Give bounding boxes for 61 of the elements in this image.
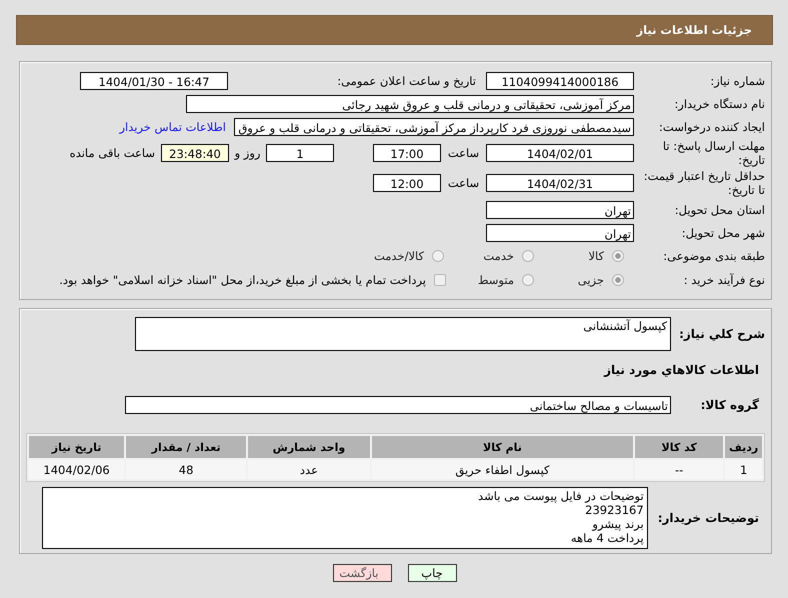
- print-button[interactable]: چاپ: [408, 564, 456, 582]
- section-heading: اطلاعات کالاهاي مورد نياز: [602, 363, 759, 379]
- city-field: تهران: [486, 224, 634, 242]
- field-label: طبقه بندی موضوعی:: [662, 249, 765, 263]
- radio-button[interactable]: [432, 250, 444, 262]
- field-label: نوع فرآیند خرید :: [682, 273, 765, 287]
- column-header: نام کالا: [372, 436, 634, 458]
- buyer-contact-link[interactable]: اطلاعات تماس خریدار: [119, 120, 226, 134]
- days-label: روز و: [233, 146, 262, 160]
- creator-field: سیدمصطفی نوروزی فرد کارپرداز مرکز آموزشی، تحقیقاتی و درمانی قلب و عروق: [234, 118, 634, 136]
- column-header: تعداد / مقدار: [126, 436, 246, 458]
- deadline-time-field: 17:00: [373, 144, 441, 162]
- column-header: تاریخ نیاز: [29, 436, 124, 458]
- time-label: ساعت: [446, 146, 480, 160]
- need-number-field: 1104099414000186: [486, 72, 634, 90]
- province-field: تهران: [486, 200, 634, 218]
- table-cell: 1404/02/06: [29, 460, 124, 479]
- radio-button[interactable]: [612, 274, 624, 286]
- description-field: کپسول آتشنشانی: [135, 317, 672, 351]
- buyer-org-field: مرکز آموزشی، تحقیقاتی و درمانی قلب و عروق شهید رجائی: [186, 94, 634, 112]
- column-header: ردیف: [725, 436, 762, 458]
- radio-label: کالا: [587, 249, 605, 263]
- radio-label: خدمت: [482, 249, 515, 263]
- checkbox[interactable]: [434, 274, 446, 286]
- checkbox-label: پرداخت تمام یا بخشی از مبلغ خرید،از محل "اسناد خزانه اسلامی" خواهد بود.: [59, 273, 427, 287]
- back-button[interactable]: بازگشت: [332, 564, 392, 582]
- field-label: توضیحات خریدار:: [658, 511, 760, 525]
- radio-button[interactable]: [612, 250, 624, 262]
- field-label: تاریخ و ساعت اعلان عمومی:: [336, 74, 477, 88]
- buyer-notes-field: توضیحات در فایل پیوست می باشد 23923167 برند پیشرو پرداخت 4 ماهه: [42, 487, 648, 549]
- remaining-label: ساعت باقی مانده: [70, 146, 156, 160]
- radio-label: کالا/خدمت: [372, 249, 425, 263]
- page-title: جزئیات اطلاعات نیاز: [636, 23, 752, 37]
- days-field: 1: [266, 144, 334, 162]
- time-label: ساعت: [446, 176, 480, 190]
- validity-time-field: 12:00: [373, 174, 441, 192]
- table-cell: 48: [126, 460, 246, 479]
- field-label: ایجاد کننده درخواست:: [658, 120, 765, 134]
- field-label: استان محل تحویل:: [674, 202, 765, 216]
- radio-label: جزیی: [576, 273, 605, 287]
- field-label: نام دستگاه خریدار:: [673, 96, 765, 110]
- column-header: کد کالا: [635, 436, 724, 458]
- field-label: حداقل تاریخ اعتبار قیمت: تا تاریخ:: [642, 169, 765, 197]
- field-label: شهر محل تحویل:: [680, 226, 765, 240]
- field-label: شماره نیاز:: [709, 74, 765, 88]
- field-label: مهلت ارسال پاسخ: تا تاریخ:: [662, 139, 765, 167]
- announce-date-field: 1404/01/30 - 16:47: [80, 72, 228, 90]
- table-cell: عدد: [248, 460, 370, 479]
- remaining-time-field: 23:48:40: [161, 144, 229, 162]
- radio-button[interactable]: [522, 274, 534, 286]
- field-label: شرح کلي نياز:: [679, 326, 765, 341]
- radio-label: متوسط: [476, 273, 515, 287]
- goods-group-field: تاسیسات و مصالح ساختمانی: [125, 396, 671, 414]
- deadline-date-field: 1404/02/01: [486, 144, 634, 162]
- field-label: گروه کالا:: [700, 398, 760, 412]
- table-cell: 1: [725, 460, 762, 479]
- table-cell: کپسول اطفاء حریق: [372, 460, 634, 479]
- validity-date-field: 1404/02/31: [486, 174, 634, 192]
- radio-button[interactable]: [522, 250, 534, 262]
- table-cell: --: [635, 460, 724, 479]
- column-header: واحد شمارش: [248, 436, 370, 458]
